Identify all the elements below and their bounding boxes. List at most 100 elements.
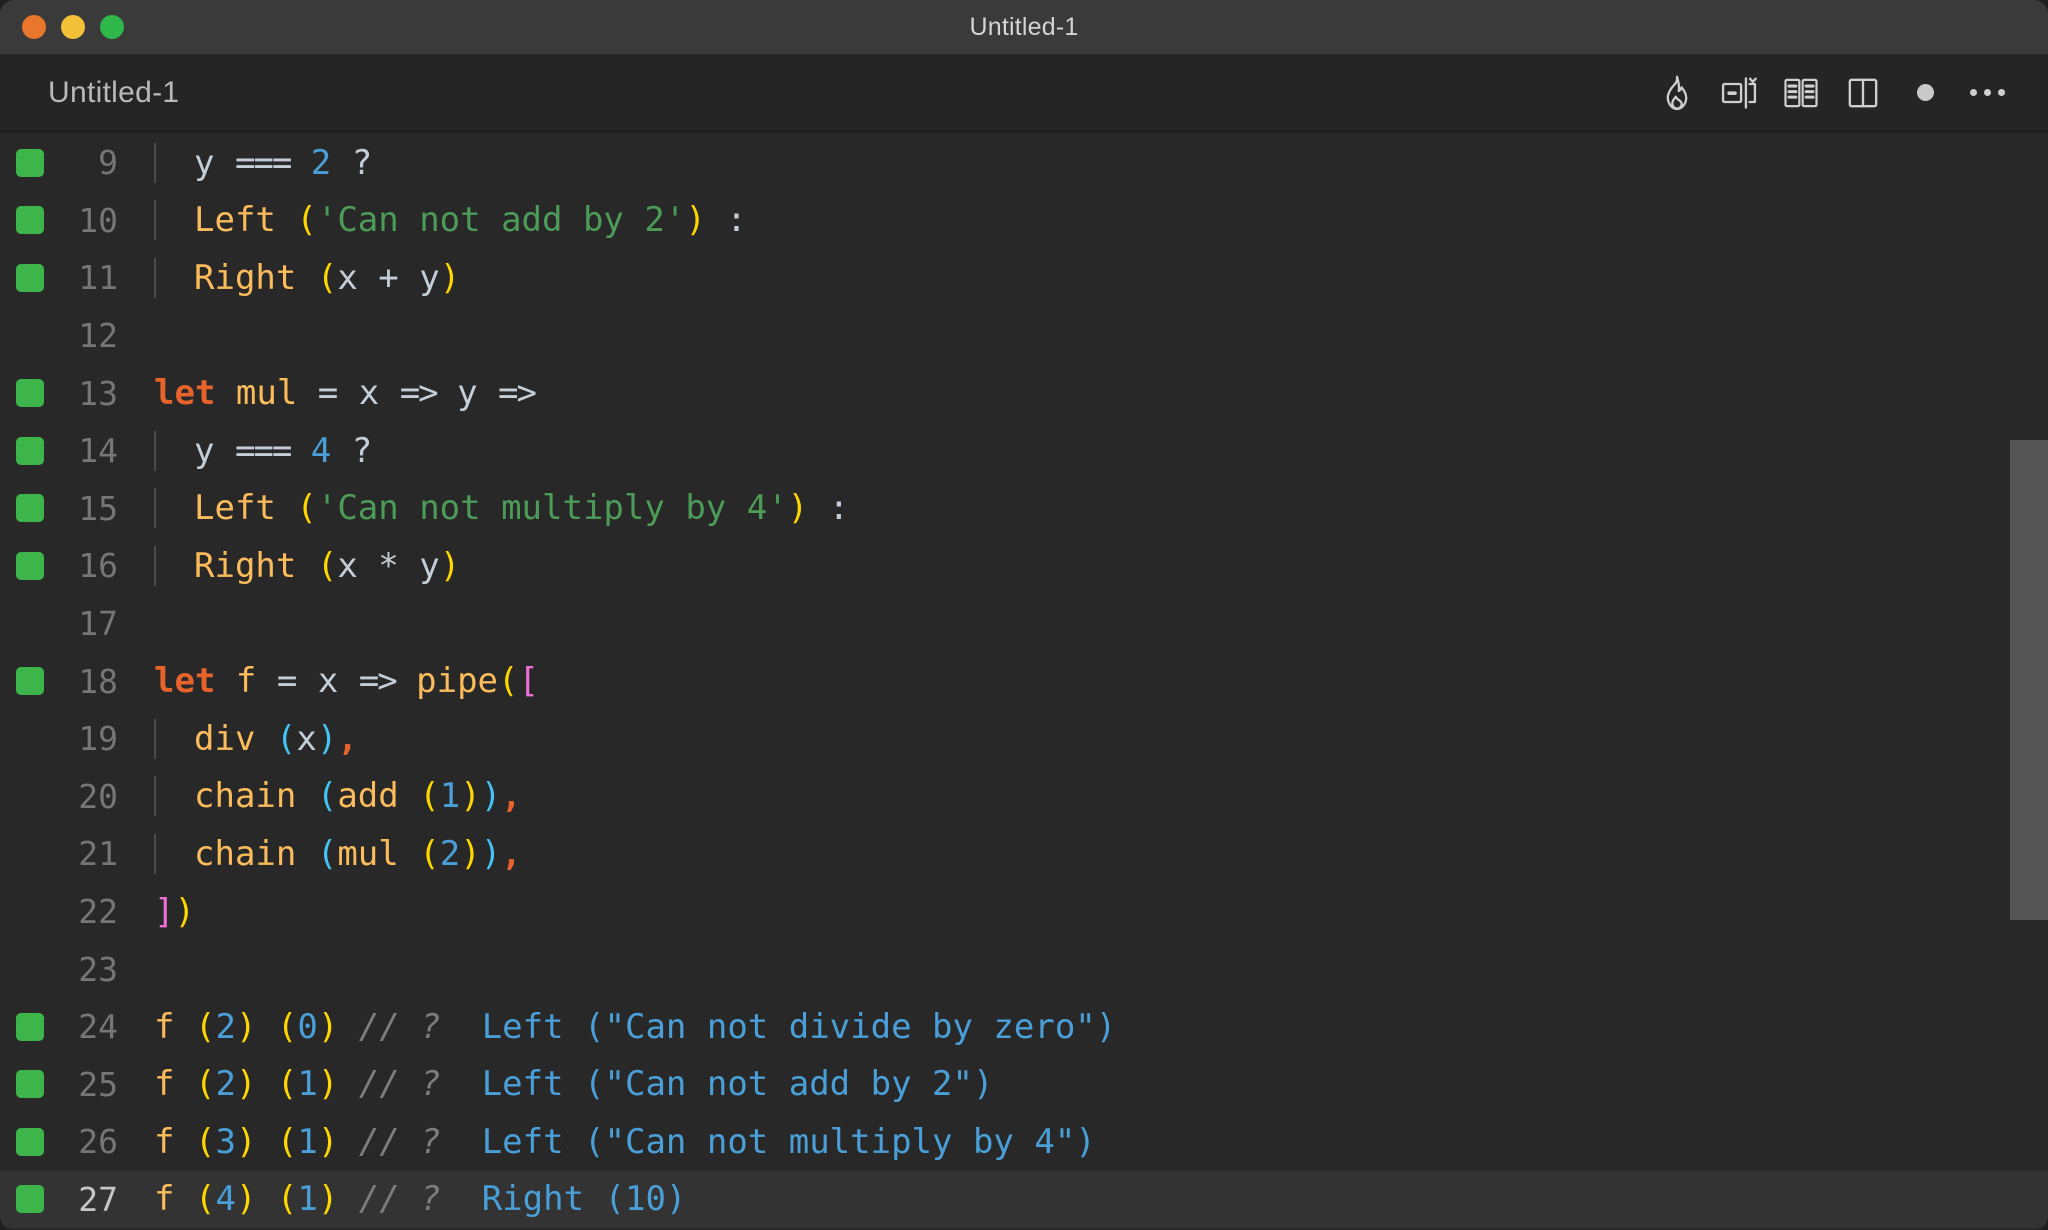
token: (: [194, 1064, 216, 1105]
code-line[interactable]: 27 f (4) (1) // ? Right (10): [0, 1170, 2048, 1229]
unsaved-dot-icon[interactable]: [1894, 62, 1956, 124]
token: +: [357, 257, 420, 298]
line-content: chain (add (1)),: [146, 776, 2048, 817]
line-content: ]): [146, 892, 2048, 932]
line-content: Left ('Can not add by 2') :: [146, 200, 2048, 241]
code-line[interactable]: 26 f (3) (1) // ? Left ("Can not multiply…: [0, 1113, 2048, 1171]
open-preview-icon[interactable]: [1770, 62, 1832, 124]
line-number: 22: [78, 892, 118, 932]
token: Left: [194, 488, 276, 529]
token: (: [296, 488, 317, 529]
token: *: [357, 545, 420, 586]
close-window-button[interactable]: [22, 15, 46, 39]
code-line[interactable]: 16 Right (x * y): [0, 537, 2048, 595]
code-line[interactable]: 12: [0, 307, 2048, 365]
token: (: [275, 718, 297, 759]
token: // ?: [358, 1179, 441, 1220]
code-line[interactable]: 9y === 2 ?: [0, 134, 2048, 192]
token: f: [154, 1006, 175, 1047]
tab-untitled-1[interactable]: Untitled-1: [0, 76, 179, 110]
line-content: Right (x * y): [146, 545, 2048, 586]
code-line[interactable]: 13 let mul = x => y =>: [0, 364, 2048, 422]
indent-guide: [154, 718, 156, 759]
token: ): [235, 1064, 257, 1105]
code-line[interactable]: 17: [0, 595, 2048, 653]
token: y: [194, 430, 215, 471]
minimize-window-button[interactable]: [61, 15, 85, 39]
token: 0: [297, 1006, 318, 1047]
token: ): [317, 1006, 339, 1047]
token: Right (10): [481, 1179, 687, 1220]
token: =>: [399, 373, 439, 414]
token: 'Can not multiply by 4': [316, 488, 788, 529]
indent-guide: [154, 776, 156, 817]
code-line[interactable]: 21 chain (mul (2)),: [0, 825, 2048, 883]
split-terminal-icon[interactable]: [1708, 62, 1770, 124]
token: ===: [234, 430, 292, 471]
indent-guide: [154, 833, 156, 874]
code-line[interactable]: 20 chain (add (1)),: [0, 768, 2048, 826]
token: 4: [310, 430, 332, 471]
code-line[interactable]: 24 f (2) (0) // ? Left ("Can not divide b…: [0, 998, 2048, 1056]
code-line[interactable]: 25 f (2) (1) // ? Left ("Can not add by 2…: [0, 1056, 2048, 1114]
token: (: [276, 1179, 298, 1220]
line-number: 23: [78, 949, 118, 989]
line-number: 20: [78, 776, 118, 816]
token: 'Can not add by 2': [316, 200, 686, 241]
token: mul: [235, 373, 298, 414]
token: =>: [358, 661, 398, 702]
token: (: [316, 776, 338, 817]
token: ): [439, 257, 461, 298]
token: ): [480, 776, 502, 817]
line-content: chain (mul (2)),: [146, 833, 2048, 874]
line-number: 19: [78, 719, 118, 759]
token: y: [194, 142, 215, 183]
token: chain: [194, 833, 297, 874]
split-editor-icon[interactable]: [1832, 62, 1894, 124]
token: ): [235, 1006, 257, 1047]
code-line[interactable]: 18 let f = x => pipe([: [0, 652, 2048, 710]
code-line[interactable]: 14 y === 4 ?: [0, 422, 2048, 480]
scrollbar-thumb[interactable]: [2010, 440, 2048, 920]
flame-icon[interactable]: [1646, 62, 1708, 124]
line-content: f (4) (1) // ? Right (10): [146, 1179, 2048, 1219]
token: ===: [234, 142, 292, 183]
code-line[interactable]: 11 Right (x + y): [0, 249, 2048, 307]
token: (: [194, 1179, 216, 1220]
token: ): [787, 488, 809, 529]
token: Right: [194, 545, 297, 586]
code-line[interactable]: 23: [0, 940, 2048, 998]
token: =>: [498, 373, 537, 414]
more-actions-icon[interactable]: [1956, 62, 2018, 124]
code-line[interactable]: 19 div (x),: [0, 710, 2048, 768]
token: Left ("Can not add by 2"): [481, 1064, 994, 1105]
code-line[interactable]: 22]): [0, 883, 2048, 941]
line-content: f (3) (1) // ? Left ("Can not multiply b…: [146, 1122, 2048, 1162]
coverage-indicator: [16, 263, 44, 292]
token: y: [457, 373, 478, 414]
token: x: [296, 718, 317, 759]
token: // ?: [358, 1006, 441, 1047]
maximize-window-button[interactable]: [100, 15, 124, 39]
code-editor[interactable]: 9y === 2 ? 10 Left ('Can not add by 2') :1…: [0, 130, 2048, 1230]
token: 3: [215, 1121, 236, 1162]
code-line[interactable]: 10 Left ('Can not add by 2') :: [0, 192, 2048, 250]
code-line[interactable]: 15 Left ('Can not multiply by 4') :: [0, 480, 2048, 538]
vertical-scrollbar[interactable]: [2010, 130, 2048, 1230]
token: // ?: [358, 1121, 441, 1162]
token: f: [235, 661, 257, 702]
